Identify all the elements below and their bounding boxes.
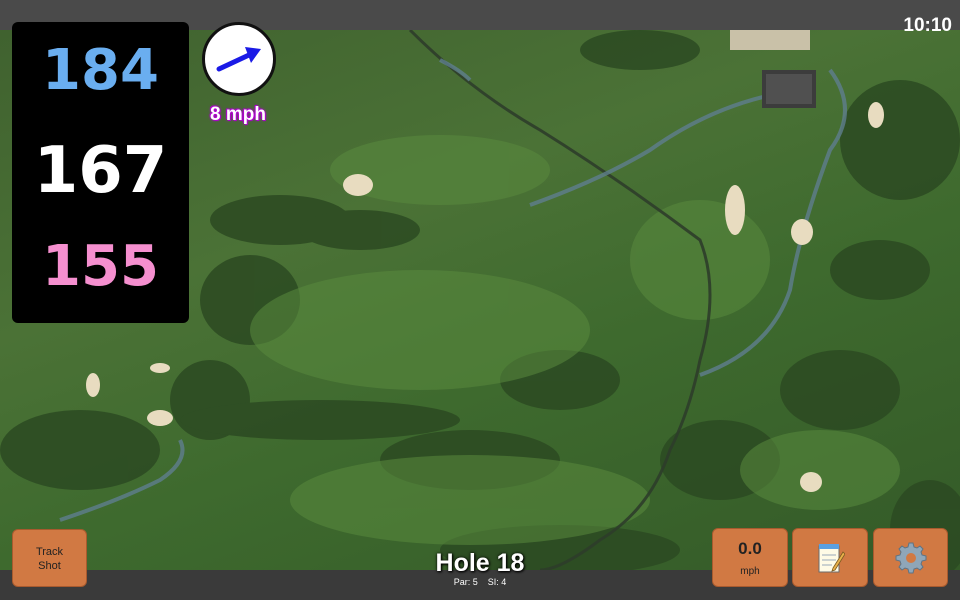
hole-par: Par: 5 [453, 577, 478, 587]
back-yardage: 184 [42, 38, 159, 103]
center-yardage: 167 [33, 134, 168, 208]
track-shot-label-line1: Track [35, 546, 64, 558]
notepad-icon [818, 543, 845, 572]
hole-si: SI: 4 [487, 577, 507, 587]
track-shot-button[interactable]: Track Shot [12, 529, 87, 587]
hole-title: Hole 18 [435, 549, 525, 577]
track-shot-label-line2: Shot [38, 560, 61, 572]
yardage-panel: 184 167 155 [12, 22, 189, 323]
wind-direction-arrow-icon [216, 47, 261, 72]
settings-button[interactable] [873, 528, 948, 587]
clock: 10:10 [903, 15, 952, 36]
front-yardage: 155 [42, 234, 159, 299]
hole-info: Par: 5 SI: 4 [380, 577, 580, 587]
gear-icon [895, 542, 926, 573]
speed-value: 0.0 [738, 539, 762, 558]
wind-dial [202, 22, 276, 96]
speed-button[interactable]: 0.0 mph [712, 528, 788, 587]
wind-speed: 8 mph [210, 104, 266, 125]
speed-unit: mph [740, 566, 760, 577]
notes-button[interactable] [792, 528, 868, 587]
